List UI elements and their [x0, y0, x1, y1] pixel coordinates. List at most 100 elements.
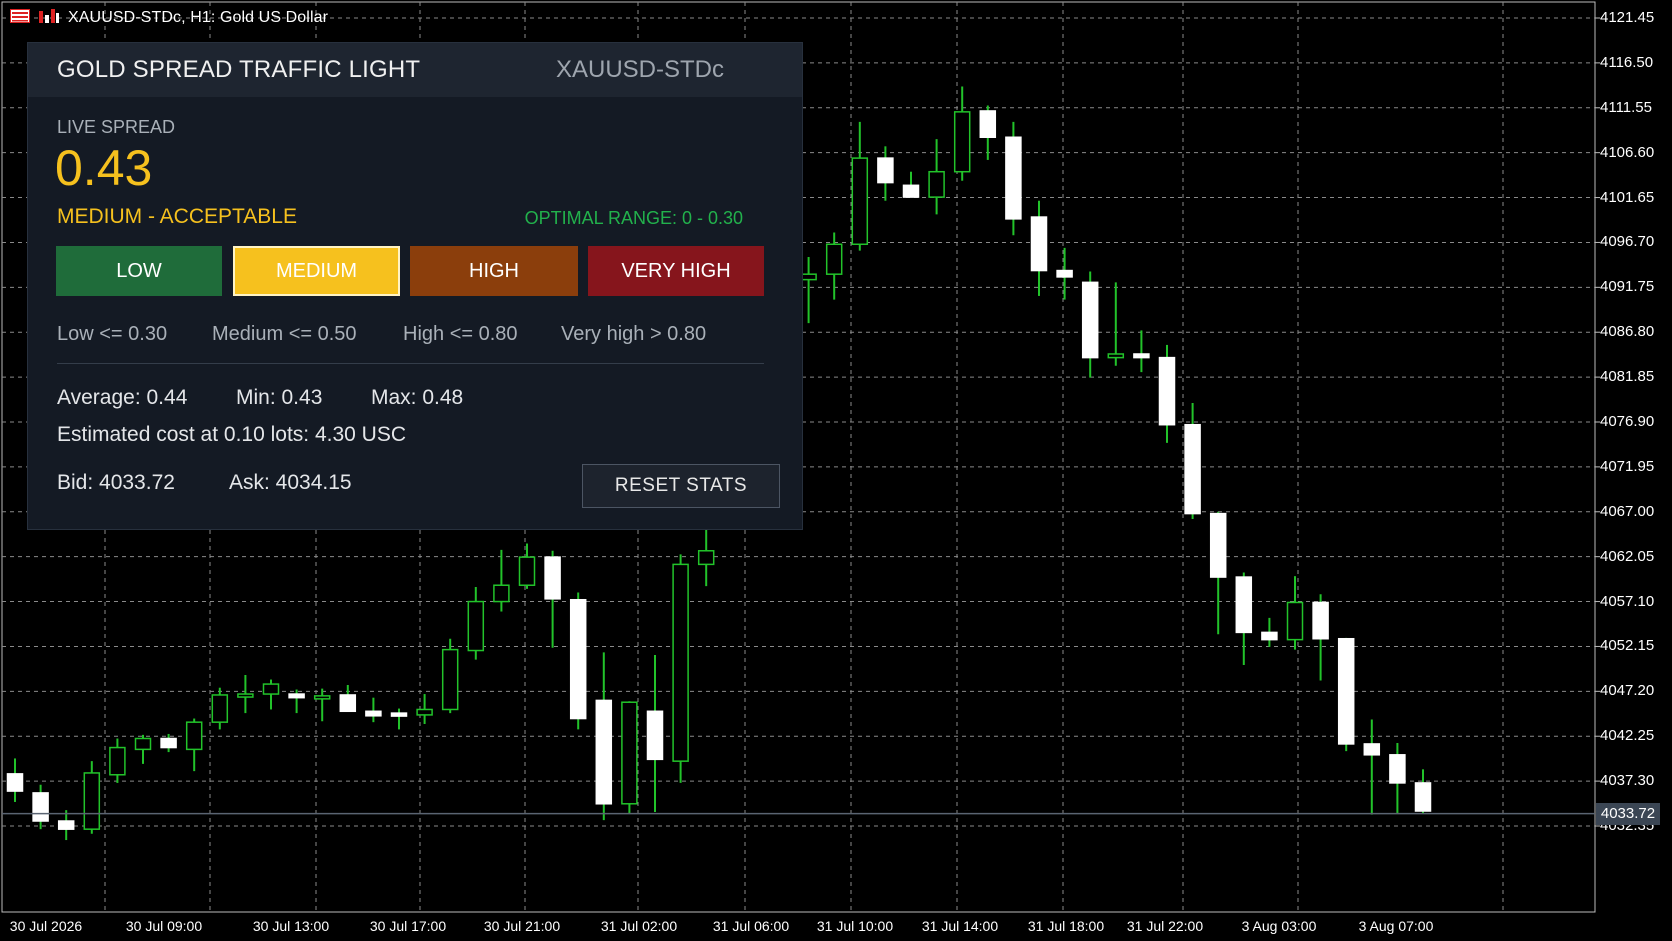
time-axis-label: 31 Jul 02:00 [600, 918, 678, 934]
bear-candle [877, 157, 894, 184]
bear-candle [1030, 216, 1048, 272]
bear-candle [160, 737, 177, 749]
live-spread-value: 0.43 [55, 140, 153, 196]
window-menu-icon[interactable] [10, 8, 30, 29]
level-medium-indicator: MEDIUM [233, 246, 400, 296]
stat-bid: Bid: 4033.72 [57, 471, 175, 494]
time-axis-label: 31 Jul 22:00 [1126, 918, 1204, 934]
price-axis-label: 4086.80 [1600, 323, 1655, 341]
level-very-high-indicator: VERY HIGH [588, 246, 764, 296]
bear-candle [1235, 576, 1253, 634]
bear-candle [1133, 353, 1150, 359]
time-axis-label: 31 Jul 06:00 [712, 918, 790, 934]
bear-candle [365, 710, 382, 717]
price-axis-label: 4081.85 [1600, 368, 1655, 386]
spread-traffic-light-panel: GOLD SPREAD TRAFFIC LIGHT XAUUSD-STDc LI… [27, 42, 803, 530]
bear-candle [1337, 637, 1355, 745]
bull-candle [928, 170, 945, 198]
bear-candle [1209, 512, 1227, 578]
price-axis-label: 4062.05 [1600, 547, 1655, 565]
price-axis-label: 4067.00 [1600, 502, 1655, 520]
chart-type-icon[interactable] [38, 8, 60, 29]
price-axis-label: 4121.45 [1600, 9, 1655, 26]
bull-candle [416, 708, 433, 716]
stat-average: Average: 0.44 [57, 386, 188, 409]
panel-header: GOLD SPREAD TRAFFIC LIGHT XAUUSD-STDc [28, 43, 802, 97]
bull-candle [109, 746, 126, 776]
spread-status: MEDIUM - ACCEPTABLE [57, 205, 297, 228]
bull-candle [211, 694, 229, 723]
window-title-bar: XAUUSD-STDc, H1: Gold US Dollar [0, 0, 328, 36]
bull-candle [851, 157, 869, 246]
bear-candle [1363, 743, 1381, 756]
threshold-very-high: Very high > 0.80 [561, 323, 707, 345]
bull-candle [621, 701, 638, 805]
time-axis-label: 31 Jul 18:00 [1027, 918, 1105, 934]
bull-candle [953, 111, 971, 173]
time-axis-label: 30 Jul 13:00 [252, 918, 330, 934]
stat-min: Min: 0.43 [236, 386, 323, 409]
time-axis-label: 31 Jul 10:00 [816, 918, 894, 934]
bear-candle [979, 110, 997, 139]
bear-candle [390, 712, 408, 717]
bear-candle [1056, 269, 1073, 278]
price-axis-label: 4042.25 [1600, 727, 1655, 745]
panel-title: GOLD SPREAD TRAFFIC LIGHT [57, 56, 421, 83]
price-axis-label: 4111.55 [1600, 98, 1652, 116]
bear-candle [646, 710, 664, 761]
price-axis-label: 4106.60 [1600, 143, 1655, 161]
time-axis-label: 30 Jul 2026 [9, 918, 83, 934]
divider [57, 363, 764, 364]
bear-candle [1312, 601, 1329, 640]
stat-ask: Ask: 4034.15 [229, 471, 352, 494]
bear-candle [569, 598, 587, 720]
price-axis-label: 4037.30 [1600, 772, 1655, 790]
price-axis-label: 4071.95 [1600, 457, 1655, 475]
bull-candle [441, 648, 459, 711]
threshold-high: High <= 0.80 [403, 323, 518, 345]
bull-candle [237, 693, 254, 698]
bear-candle [288, 693, 305, 699]
bear-candle [1081, 281, 1099, 359]
bull-candle [672, 563, 689, 762]
price-axis-label: 4057.10 [1600, 592, 1655, 610]
time-axis-label: 3 Aug 07:00 [1358, 918, 1434, 934]
bear-candle [1389, 754, 1406, 784]
bear-candle [32, 792, 49, 822]
price-axis-label: 4047.20 [1600, 682, 1655, 700]
window-title: XAUUSD-STDc, H1: Gold US Dollar [68, 9, 329, 26]
time-axis-label: 3 Aug 03:00 [1241, 918, 1317, 934]
reset-stats-button[interactable]: RESET STATS [582, 464, 780, 508]
bull-candle [134, 737, 152, 751]
price-axis-label: 4116.50 [1600, 53, 1654, 71]
bull-candle [1107, 353, 1125, 359]
price-axis-label: 4096.70 [1600, 233, 1655, 251]
bear-candle [1184, 423, 1201, 515]
bear-candle [1261, 631, 1278, 641]
live-spread-label: LIVE SPREAD [57, 117, 176, 137]
bull-candle [1286, 601, 1304, 641]
level-low-indicator: LOW [56, 246, 222, 296]
bull-candle [313, 695, 331, 700]
bear-candle [1158, 356, 1176, 426]
bull-candle [83, 772, 101, 830]
level-high-indicator: HIGH [410, 246, 578, 296]
threshold-medium: Medium <= 0.50 [212, 323, 357, 345]
bear-candle [1414, 782, 1432, 812]
bear-candle [544, 556, 561, 600]
bull-candle [825, 243, 843, 275]
bear-candle [1005, 136, 1022, 220]
time-axis-label: 30 Jul 17:00 [369, 918, 447, 934]
price-axis-label: 4076.90 [1600, 413, 1655, 430]
bull-candle [185, 721, 203, 751]
threshold-low: Low <= 0.30 [57, 323, 168, 345]
bear-candle [339, 694, 357, 713]
bull-candle [697, 550, 715, 566]
stat-estimated-cost: Estimated cost at 0.10 lots: 4.30 USC [57, 423, 407, 446]
bull-candle [493, 584, 510, 603]
bear-candle [57, 820, 75, 830]
time-axis-label: 30 Jul 21:00 [483, 918, 561, 934]
price-axis-label: 4091.75 [1600, 278, 1655, 296]
time-axis-label: 31 Jul 14:00 [921, 918, 999, 934]
price-axis-label: 4101.65 [1600, 188, 1655, 206]
